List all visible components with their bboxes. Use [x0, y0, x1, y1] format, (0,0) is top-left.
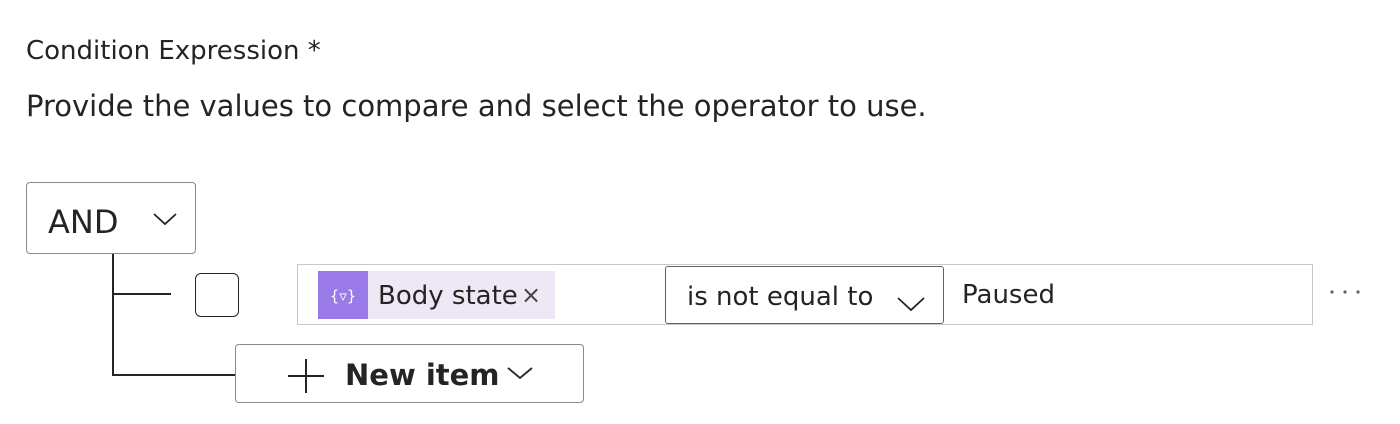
group-operator-label: AND — [48, 203, 119, 241]
more-options-button[interactable] — [1328, 280, 1362, 300]
more-icon — [1330, 290, 1360, 294]
dynamic-content-token[interactable]: {▿} Body state × — [318, 271, 555, 319]
field-label: Condition Expression * — [26, 36, 321, 66]
chevron-down-icon — [153, 213, 177, 226]
token-label: Body state — [378, 281, 518, 311]
expression-icon-glyph: {▿} — [330, 287, 357, 305]
new-item-label: New item — [345, 358, 500, 392]
remove-token-icon[interactable]: × — [521, 281, 541, 309]
operator-dropdown[interactable]: is not equal to — [665, 266, 944, 324]
field-description: Provide the values to compare and select… — [26, 89, 927, 123]
value-input[interactable]: Paused — [962, 280, 1055, 310]
group-operator-dropdown[interactable]: AND — [26, 182, 196, 254]
tree-line-new-item — [112, 374, 236, 376]
tree-line-vertical — [112, 254, 114, 375]
tree-line-row — [112, 293, 171, 295]
row-select-checkbox[interactable] — [195, 273, 239, 317]
chevron-down-icon — [507, 367, 533, 380]
operator-label: is not equal to — [687, 282, 874, 312]
plus-icon — [288, 359, 324, 393]
new-item-button[interactable]: New item — [235, 344, 584, 403]
chevron-down-icon — [897, 297, 925, 312]
expression-icon: {▿} — [318, 271, 368, 319]
